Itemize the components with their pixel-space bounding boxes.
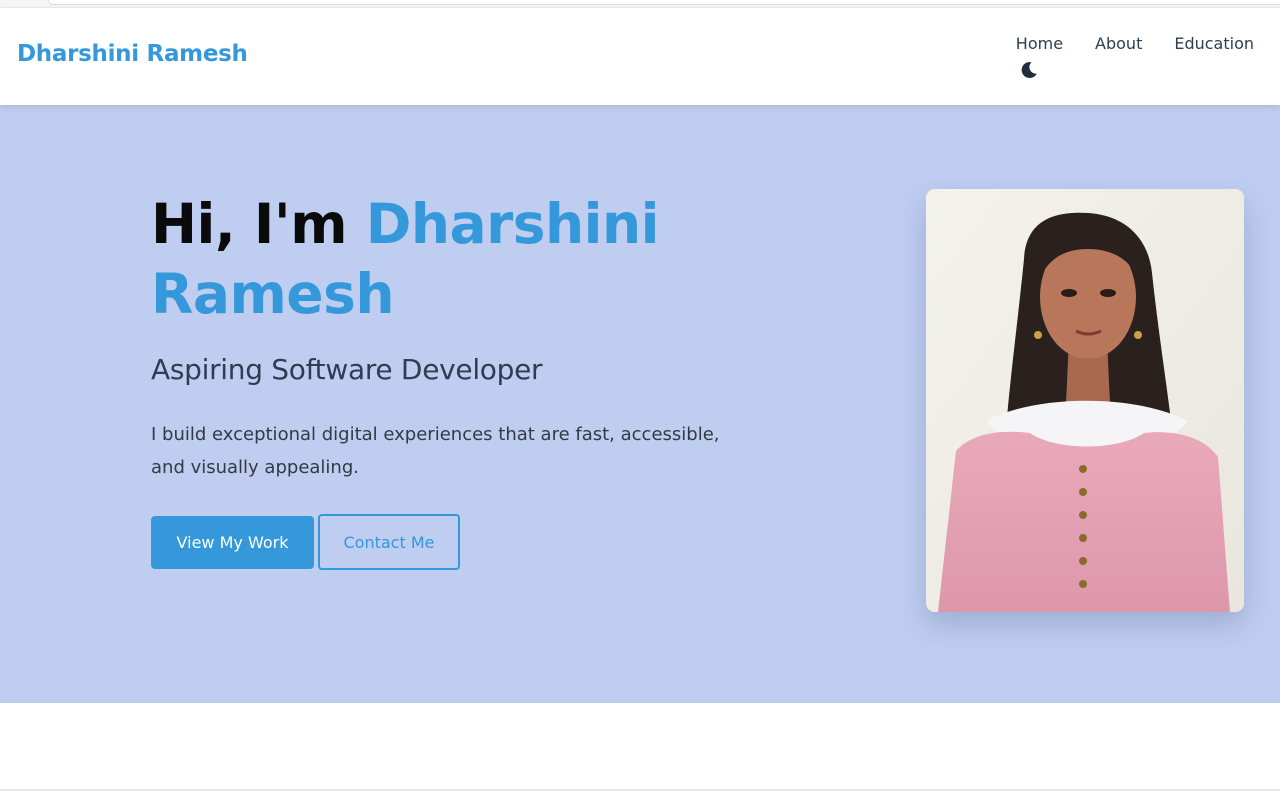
nav-link-about[interactable]: About [1095, 34, 1142, 53]
view-my-work-button[interactable]: View My Work [151, 516, 314, 569]
nav-link-education[interactable]: Education [1174, 34, 1254, 53]
profile-photo-illustration [926, 189, 1244, 612]
page-bottom-divider [0, 789, 1280, 791]
hero-title: Hi, I'm Dharshini Ramesh [151, 189, 771, 329]
browser-tab-edge [48, 0, 1280, 5]
hero-greeting: Hi, I'm [151, 192, 366, 256]
profile-photo [926, 189, 1244, 612]
theme-toggle-button[interactable] [1019, 60, 1039, 80]
contact-me-button[interactable]: Contact Me [318, 514, 460, 570]
hero-subtitle: Aspiring Software Developer [151, 353, 543, 386]
nav-links: Home About Education [1016, 34, 1254, 53]
hero-description: I build exceptional digital experiences … [151, 424, 720, 478]
nav-link-home[interactable]: Home [1016, 34, 1063, 53]
navbar: Dharshini Ramesh Home About Education [0, 8, 1280, 105]
moon-icon [1021, 61, 1037, 78]
brand-logo[interactable]: Dharshini Ramesh [17, 41, 248, 67]
hero-section: Hi, I'm Dharshini Ramesh Aspiring Softwa… [0, 105, 1280, 703]
browser-top-strip [0, 0, 1280, 8]
